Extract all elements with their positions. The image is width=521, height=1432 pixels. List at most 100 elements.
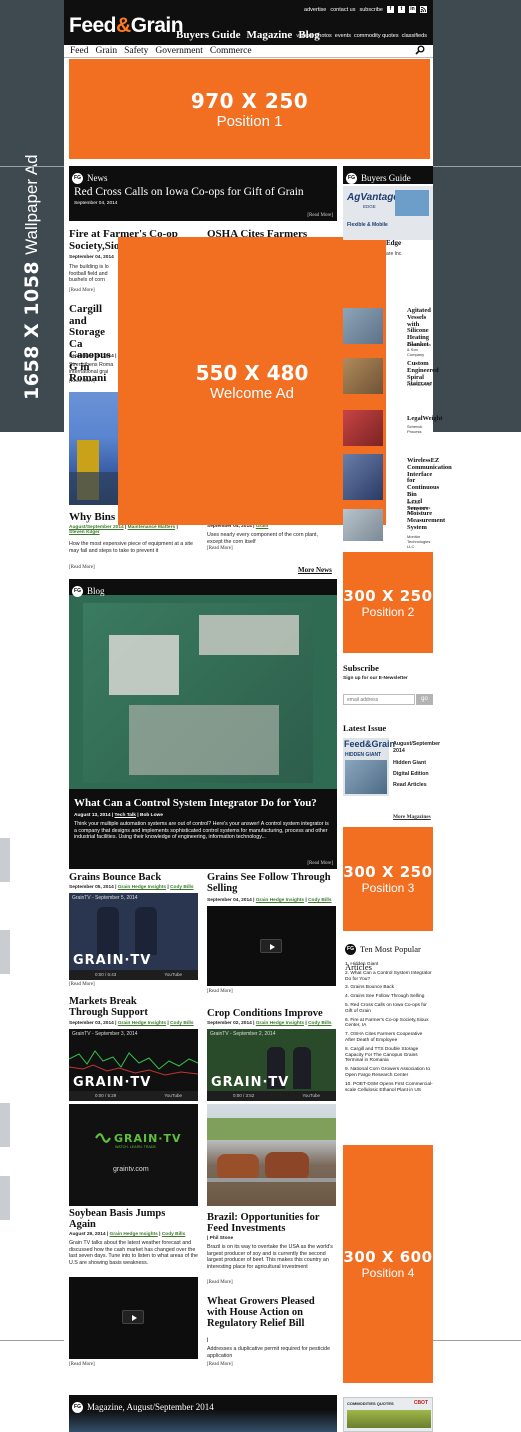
magazine-section[interactable]: FG Magazine, August/September 2014 <box>69 1395 337 1432</box>
read-more-link[interactable]: [Read More] <box>207 1362 233 1367</box>
cat-grain[interactable]: Grain <box>95 46 117 56</box>
graintv-url[interactable]: graintv.com <box>113 1166 149 1173</box>
popular-item[interactable]: 1. Hidden Giant <box>345 962 433 968</box>
commodities-widget[interactable]: COMMODITIES QUOTES CBOT <box>343 1397 433 1432</box>
nav-commodity-quotes[interactable]: commodity quotes <box>354 33 399 39</box>
meta-category-link[interactable]: Grain Hedge Insights <box>256 1021 304 1026</box>
email-input[interactable] <box>343 694 415 705</box>
meta-author-link[interactable]: Cody Bills <box>162 1232 185 1237</box>
cattle-photo[interactable] <box>207 1104 336 1206</box>
meta-author-link[interactable]: Steven Kilger <box>69 530 100 535</box>
article-title[interactable]: Brazil: Opportunities for Feed Investmen… <box>207 1212 335 1234</box>
video-title[interactable]: Soybean Basis Jumps Again <box>69 1208 169 1230</box>
video-title[interactable]: Grains See Follow Through Selling <box>207 872 335 894</box>
meta-category-link[interactable]: Grain Hedge Insights <box>256 898 304 903</box>
popular-item[interactable]: 3. Grains Bounce Back <box>345 985 433 991</box>
nav-photos[interactable]: photos <box>315 33 332 39</box>
meta-category-link[interactable]: Grain Hedge Insights <box>118 1021 166 1026</box>
read-more-link[interactable]: [Read More] <box>207 1280 233 1285</box>
magazine-cover[interactable]: Feed&Grain HIDDEN GIANT <box>343 738 395 796</box>
play-icon[interactable] <box>122 1310 144 1324</box>
play-icon[interactable] <box>260 939 282 953</box>
news-featured[interactable]: FG News Red Cross Calls on Iowa Co-ops fo… <box>69 166 337 221</box>
nav-magazine[interactable]: Magazine <box>246 29 292 41</box>
video-player[interactable] <box>207 906 336 986</box>
popular-item[interactable]: 4. Grains See Follow Through Selling <box>345 994 433 1000</box>
youtube-logo[interactable]: YouTube <box>164 972 182 977</box>
product-title[interactable]: Moisture Measurement System <box>407 510 445 531</box>
nav-buyers-guide[interactable]: Buyers Guide <box>176 29 240 41</box>
video-controls[interactable]: 0:00 / 6:43 YouTube <box>69 970 198 980</box>
meta-category-link[interactable]: Grain Hedge Insights <box>110 1232 158 1237</box>
video-player[interactable]: GrainTV - September 2, 2014 GRAIN·TV 0:0… <box>207 1029 336 1101</box>
product-title[interactable]: LegalWeight <box>407 415 442 423</box>
meta-author-link[interactable]: Cody Bills <box>170 1021 193 1026</box>
facebook-icon[interactable]: f <box>387 6 394 13</box>
popular-item[interactable]: 7. OSHA Cites Farmers Cooperative After … <box>345 1032 433 1044</box>
util-advertise[interactable]: advertise <box>304 7 326 13</box>
util-contact[interactable]: contact us <box>330 7 355 13</box>
nav-videos[interactable]: videos <box>296 33 312 39</box>
popular-item[interactable]: 10. POET-DSM Opens First Commercial-scal… <box>345 1082 433 1094</box>
blog-photo-control-panel[interactable] <box>69 595 337 789</box>
popular-item[interactable]: 5. Red Cross Calls on Iowa Co-ops for Gi… <box>345 1003 433 1015</box>
article-title[interactable]: Wheat Growers Pleased with House Action … <box>207 1296 335 1329</box>
article-title[interactable]: Why Bins F <box>69 511 125 524</box>
util-subscribe[interactable]: subscribe <box>359 7 383 13</box>
news-featured-title[interactable]: Red Cross Calls on Iowa Co-ops for Gift … <box>74 186 304 198</box>
ad-position-4[interactable]: 300 X 600 Position 4 <box>343 1145 433 1383</box>
read-more-link[interactable]: [Read More] <box>207 989 233 994</box>
video-title[interactable]: Crop Conditions Improve <box>207 1008 323 1019</box>
read-more-link[interactable]: [Read More] <box>207 546 233 551</box>
issue-link-read-articles[interactable]: Read Articles <box>393 782 427 788</box>
issue-link-hidden-giant[interactable]: Hidden Giant <box>393 760 426 766</box>
video-player[interactable] <box>69 1277 198 1359</box>
meta-category-link[interactable]: Grain Hedge Insights <box>118 885 166 890</box>
meta-category-link[interactable]: Maintenance Matters <box>128 525 175 530</box>
popular-item[interactable]: 6. Fire at Farmer's Co-op Society,Sioux … <box>345 1018 433 1030</box>
product-thumbnail[interactable] <box>343 454 383 500</box>
search-icon[interactable] <box>415 45 425 55</box>
product-thumbnail[interactable] <box>343 308 383 344</box>
ad-position-3[interactable]: 300 X 250 Position 3 <box>343 827 433 931</box>
read-more-link[interactable]: [Read More] <box>307 861 333 866</box>
blog-featured[interactable]: FG Blog What Can a Control System Integra… <box>69 579 337 869</box>
meta-author-link[interactable]: Cody Bills <box>170 885 193 890</box>
subscribe-go-button[interactable]: go <box>416 694 433 705</box>
youtube-logo[interactable]: YouTube <box>302 1093 320 1098</box>
read-more-link[interactable]: [Read More] <box>69 288 95 293</box>
youtube-logo[interactable]: YouTube <box>164 1093 182 1098</box>
blog-category-link[interactable]: Tech Talk <box>115 813 136 818</box>
cat-government[interactable]: Government <box>155 46 203 56</box>
video-title[interactable]: Grains Bounce Back <box>69 872 161 883</box>
meta-author-link[interactable]: Cody Bills <box>308 898 331 903</box>
video-player[interactable]: GrainTV - September 5, 2014 GRAIN·TV 0:0… <box>69 893 198 980</box>
cat-safety[interactable]: Safety <box>124 46 148 56</box>
site-logo[interactable]: Feed&Grain <box>69 14 184 38</box>
more-news-link[interactable]: More News <box>298 566 332 574</box>
popular-item[interactable]: 2. What Can a Control System Integrator … <box>345 971 433 983</box>
read-more-link[interactable]: [Read More] <box>69 1362 95 1367</box>
graintv-promo[interactable]: GRAIN·TV WATCH. LEARN. TRADE. graintv.co… <box>69 1104 198 1206</box>
popular-item[interactable]: 9. National Corn Growers Association to … <box>345 1067 433 1079</box>
video-controls[interactable]: 0:00 / 5:29 YouTube <box>69 1091 198 1101</box>
ad-position-1[interactable]: 970 X 250 Position 1 <box>69 59 430 159</box>
video-controls[interactable]: 0:00 / 3:52 YouTube <box>207 1091 336 1101</box>
cat-commerce[interactable]: Commerce <box>210 46 252 56</box>
nav-events[interactable]: events <box>335 33 351 39</box>
product-thumbnail[interactable] <box>343 358 383 394</box>
read-more-link[interactable]: [Read More] <box>69 565 95 570</box>
read-more-link[interactable]: [Read More] <box>307 213 333 218</box>
cat-feed[interactable]: Feed <box>70 46 88 56</box>
product-thumbnail[interactable] <box>343 410 383 446</box>
video-player[interactable]: GrainTV - September 3, 2014 GRAIN·TV 0:0… <box>69 1029 198 1101</box>
ad-position-2[interactable]: 300 X 250 Position 2 <box>343 552 433 653</box>
video-title[interactable]: Markets Break Through Support <box>69 996 169 1018</box>
popular-item[interactable]: 8. Cargill and TTS Double Storage Capaci… <box>345 1047 433 1064</box>
linkedin-icon[interactable]: in <box>409 6 416 13</box>
wallpaper-ad-right[interactable] <box>433 0 521 432</box>
read-more-link[interactable]: [Read More] <box>69 982 95 987</box>
twitter-icon[interactable]: t <box>398 6 405 13</box>
nav-classifieds[interactable]: classifieds <box>402 33 427 39</box>
agvantage-banner[interactable]: AgVantage EDGE Flexible & Mobile <box>343 186 433 240</box>
